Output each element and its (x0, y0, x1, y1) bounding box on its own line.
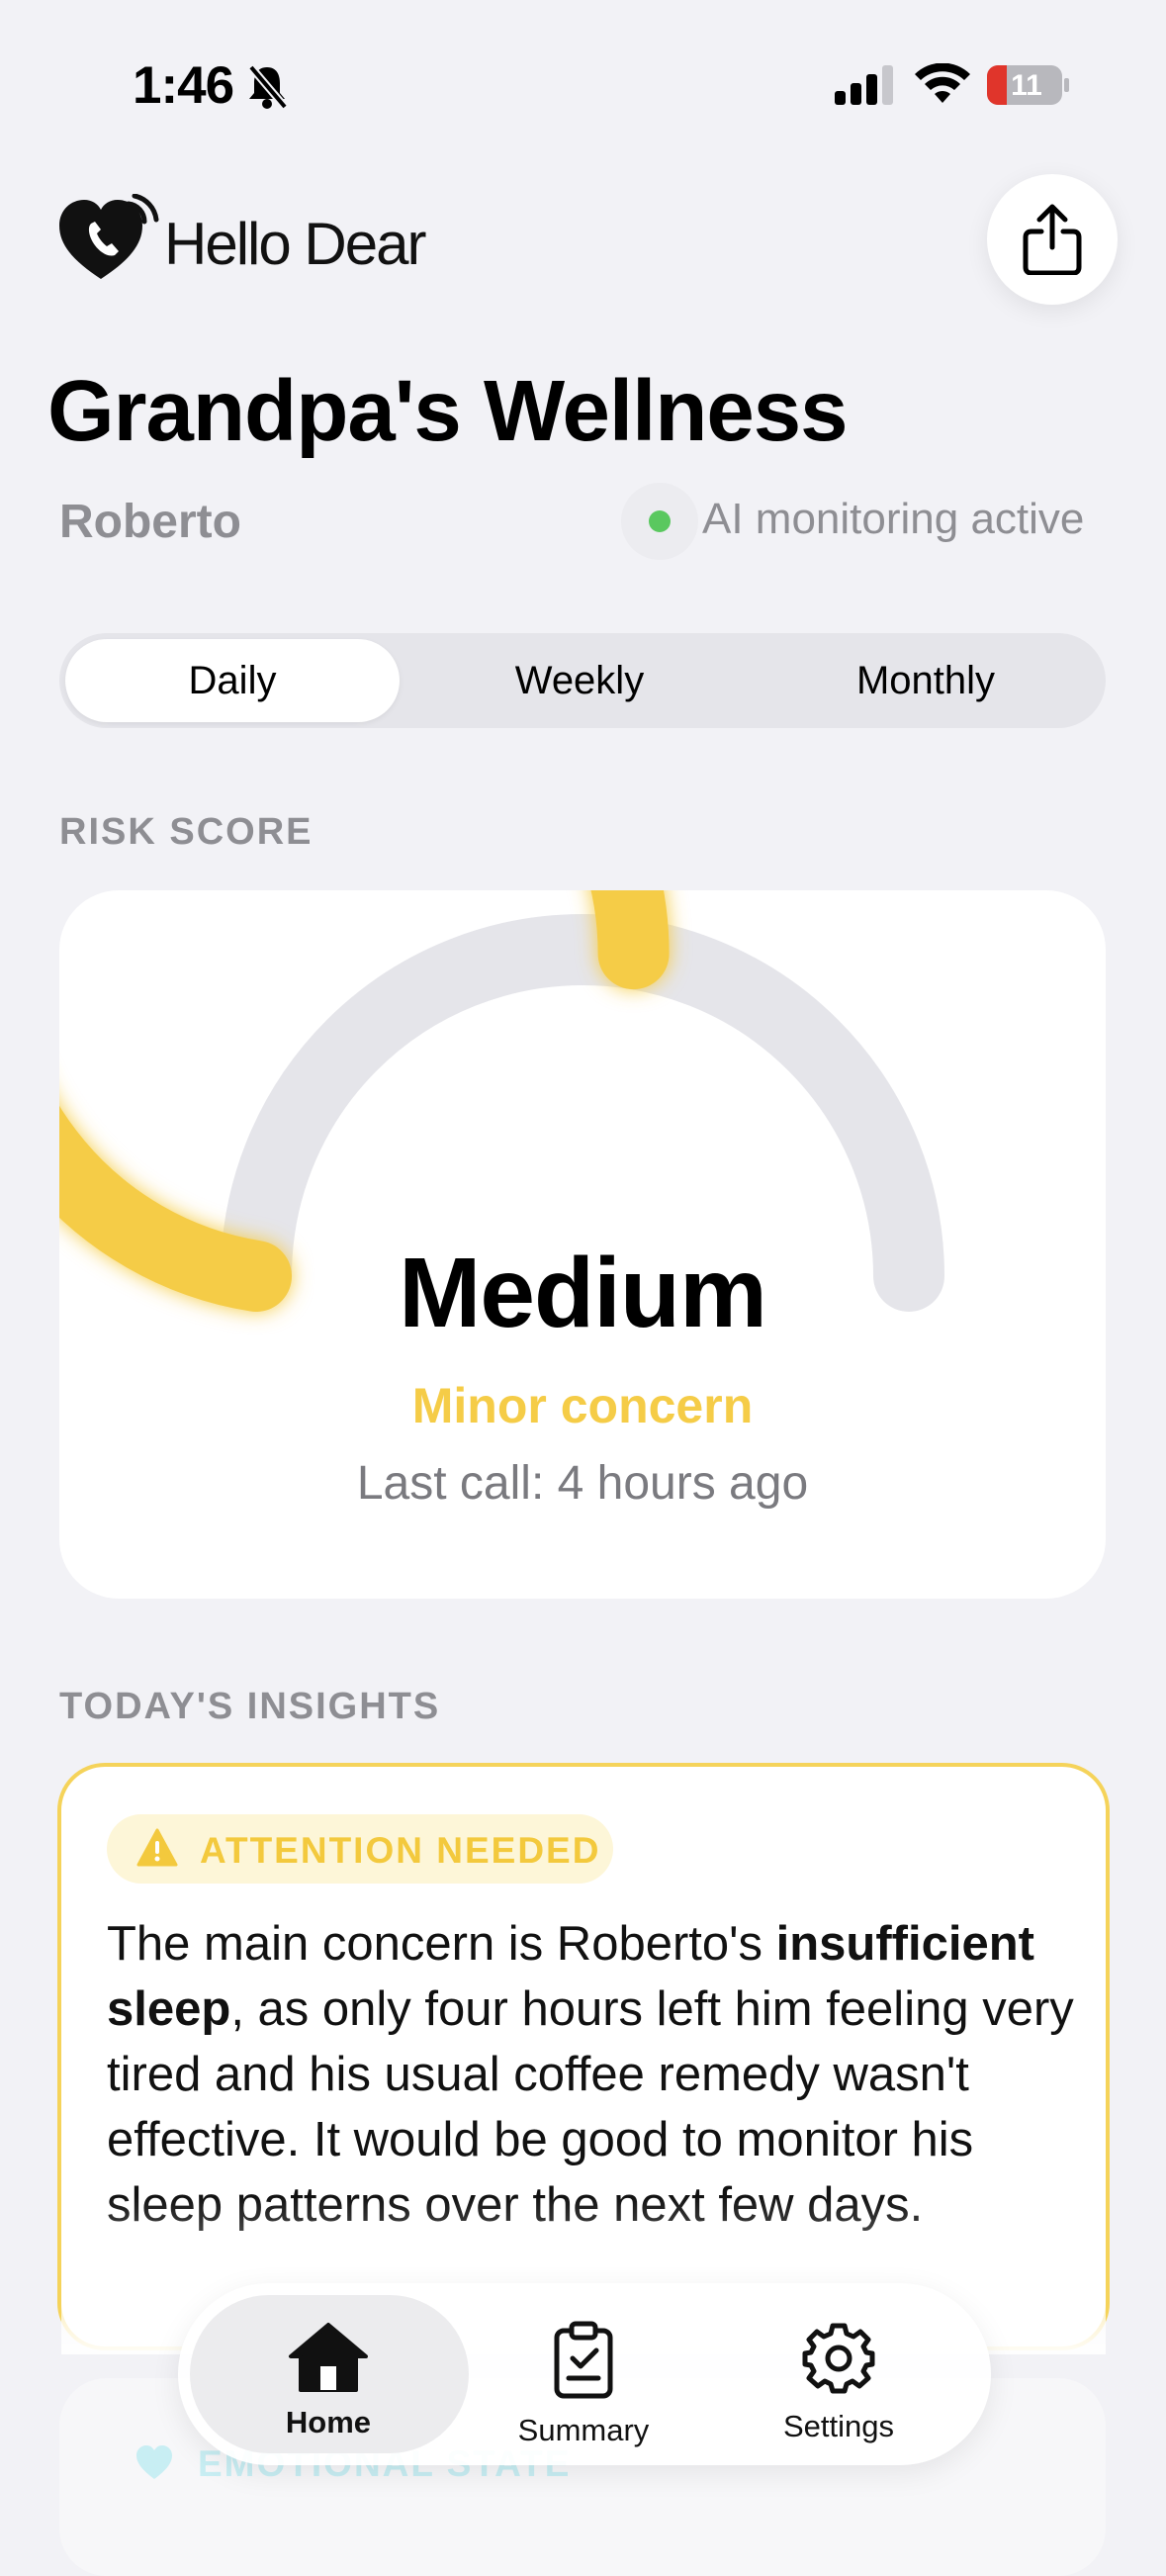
tab-settings-label: Settings (782, 2409, 894, 2443)
share-icon (1023, 204, 1082, 275)
tab-settings[interactable]: Settings (720, 2321, 957, 2444)
insight-text-start: The main concern is Roberto's (107, 1917, 776, 1971)
last-call-text: Last call: 4 hours ago (356, 1457, 809, 1510)
battery-level: 11 (1011, 69, 1042, 102)
hello-dear-logo-icon (57, 193, 162, 290)
wifi-icon (915, 62, 970, 110)
page-title: Grandpa's Wellness (47, 363, 849, 459)
app-name: Hello Dear (164, 211, 426, 277)
segment-daily[interactable]: Daily (65, 639, 400, 722)
gauge-track (221, 914, 944, 1312)
risk-level: Medium (399, 1238, 767, 1348)
attention-badge-label: ATTENTION NEEDED (200, 1830, 601, 1871)
warning-icon (136, 1828, 178, 1867)
period-segmented-control: Daily Weekly Monthly (59, 633, 1106, 728)
battery-icon: 11 (987, 65, 1069, 105)
gear-icon (802, 2323, 875, 2394)
clipboard-icon (554, 2321, 613, 2399)
cellular-signal-icon (835, 65, 896, 110)
tab-home[interactable]: Home (210, 2321, 447, 2440)
monitoring-status-text: AI monitoring active (702, 495, 1085, 543)
segment-weekly[interactable]: Weekly (411, 633, 748, 728)
risk-score-section-label: RISK SCORE (59, 811, 314, 853)
person-name: Roberto (59, 496, 241, 548)
home-icon (289, 2323, 368, 2392)
insight-text-end: , as only four hours left him feeling ve… (107, 1982, 1074, 2232)
heart-icon (136, 2445, 172, 2479)
monitoring-status-indicator (621, 483, 698, 560)
status-time: 1:46 (133, 56, 234, 115)
tab-home-label: Home (285, 2405, 372, 2439)
segment-monthly[interactable]: Monthly (758, 633, 1094, 728)
tab-summary[interactable]: Summary (465, 2321, 702, 2448)
share-button[interactable] (987, 174, 1118, 305)
insights-section-label: TODAY'S INSIGHTS (59, 1686, 441, 1727)
tab-summary-label: Summary (517, 2413, 650, 2447)
insight-text: The main concern is Roberto's insufficie… (107, 1911, 1086, 2238)
attention-badge: ATTENTION NEEDED (107, 1814, 613, 1884)
bell-slash-icon (245, 63, 289, 114)
risk-descriptor: Minor concern (411, 1378, 754, 1433)
